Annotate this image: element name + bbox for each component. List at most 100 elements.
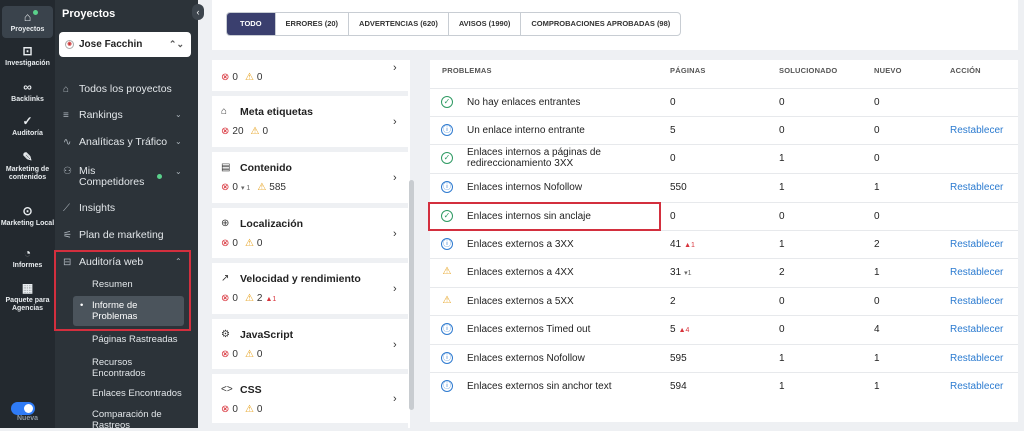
problem-name[interactable]: Enlaces externos a 5XX [467,296,574,307]
pages-count: 31 ▾1 [670,267,692,278]
rail-item-5[interactable]: ⊙ Marketing Local [0,204,55,228]
error-count: 0 [232,293,238,304]
tab-0[interactable]: TODO [227,13,276,35]
sidebar-item-3[interactable]: ⚇ Mis Competidores ⌄ [63,166,182,190]
sidebar-item-0[interactable]: ⌂ Todos los proyectos [63,81,172,97]
tab-1[interactable]: ERRORES (20) [276,13,350,35]
sidebar-subitem-2[interactable]: Páginas Rastreadas [92,334,178,345]
category-scrollbar[interactable] [409,180,414,410]
problem-name[interactable]: Enlaces externos a 4XX [467,267,574,278]
chevron-icon: ⌄ [175,167,182,176]
rail-item-3[interactable]: ✓ Auditoría [0,114,55,138]
category-card[interactable]: ⌂ Meta etiquetas ⊗ 20 ⚠ 0 › [212,96,408,152]
pages-value: 41 [670,239,682,250]
problem-name[interactable]: Enlaces externos a 3XX [467,239,574,250]
error-icon: ⊗ [221,293,230,304]
sidebar-title: Proyectos [62,8,116,20]
rail-item-7[interactable]: ▦ Paquete para Agencias [0,281,55,313]
category-title: Meta etiquetas [240,106,313,118]
info-icon: ⓘ [441,352,453,364]
chevron-icon: ⌄ [175,110,182,119]
new-count: 1 [874,267,880,278]
info-icon: ⓘ [441,323,453,335]
problem-name[interactable]: Enlaces internos a páginas de redireccio… [467,147,637,169]
reset-link[interactable]: Restablecer [950,125,1003,136]
insights-icon: ⟋ [63,203,70,214]
problem-name[interactable]: Enlaces internos Nofollow [467,182,582,193]
chevron-updown-icon: ⌃⌄ [168,39,184,49]
sidebar-item-5[interactable]: ⚟ Plan de marketing [63,227,164,243]
problem-name[interactable]: Enlaces externos Nofollow [467,353,585,364]
pages-count: 595 [670,353,687,364]
reset-link[interactable]: Restablecer [950,381,1003,392]
project-name: Jose Facchin [79,39,143,50]
category-card[interactable]: ⚙ JavaScript ⊗ 0 ⚠ 0 › [212,319,408,374]
pages-count: 5 ▲4 [670,324,689,335]
sidebar-subitem-3[interactable]: Recursos Encontrados [92,357,172,379]
error-count: 0 [232,404,238,415]
warning-icon: ⚠ [442,295,452,306]
problem-name[interactable]: Un enlace interno entrante [467,125,585,136]
col-header-fixed: SOLUCIONADO [779,66,838,75]
problem-name[interactable]: Enlaces externos sin anchor text [467,381,612,392]
warning-icon: ⚠ [244,293,254,304]
table-row: ⓘ Enlaces externos a 3XX 41 ▲1 1 2 Restablecer [430,230,1018,258]
category-card[interactable]: <> CSS ⊗ 0 ⚠ 0 › [212,374,408,428]
warning-icon: ⚠ [244,349,254,360]
reset-link[interactable]: Restablecer [950,267,1003,278]
tab-3[interactable]: AVISOS (1990) [449,13,522,35]
chevron-right-icon: › [393,227,397,240]
trend-icon: ▾1 [684,270,692,277]
reset-link[interactable]: Restablecer [950,239,1003,250]
rail-item-label: Marketing Local [0,220,55,227]
problem-name[interactable]: No hay enlaces entrantes [467,97,580,108]
reset-link[interactable]: Restablecer [950,353,1003,364]
error-icon: ⊗ [221,349,230,360]
rail-item-1[interactable]: ⊡ Investigación [0,44,55,68]
new-ui-toggle[interactable] [11,402,35,415]
project-selector[interactable]: ◉ Jose Facchin ⌃⌄ [59,32,191,57]
category-card[interactable]: ⊗ 0 ⚠ 0 › [212,60,408,96]
reset-link[interactable]: Restablecer [950,296,1003,307]
sidebar-item-1[interactable]: ≡ Rankings ⌄ [63,107,182,123]
pages-count: 41 ▲1 [670,239,695,250]
building-icon: ▦ [21,281,34,295]
table-row: ⚠ Enlaces externos a 4XX 31 ▾1 2 1 Restablecer [430,258,1018,286]
sidebar-item-2[interactable]: ∿ Analíticas y Tráfico ⌄ [63,134,182,150]
status-dot-icon [157,174,162,179]
globe-icon: ⊕ [221,218,230,229]
reset-link[interactable]: Restablecer [950,182,1003,193]
sidebar-subitem-4[interactable]: Enlaces Encontrados [92,388,182,399]
category-title: JavaScript [240,329,294,341]
rail-item-2[interactable]: ∞ Backlinks [0,80,55,104]
sidebar-item-4[interactable]: ⟋ Insights [63,200,115,216]
warning-count: 0 [262,126,269,137]
info-icon: ⓘ [441,238,453,250]
fixed-count: 2 [779,267,785,278]
problem-name[interactable]: Enlaces externos Timed out [467,324,590,335]
tab-2[interactable]: ADVERTENCIAS (620) [349,13,449,35]
problems-table: PROBLEMAS PÁGINAS SOLUCIONADO NUEVO ACCI… [430,60,1018,422]
category-counts: ⊗ 0 ⚠ 0 [221,72,262,83]
tab-4[interactable]: COMPROBACIONES APROBADAS (98) [521,13,680,35]
chevron-right-icon: › [393,393,397,405]
category-counts: ⊗ 0 ⚠ 0 [221,238,262,249]
rail-item-4[interactable]: ✎ Marketing de contenidos [0,150,55,182]
collapse-sidebar-button[interactable]: ‹ [192,4,204,20]
error-count: 0 [232,182,238,193]
chevron-right-icon: › [393,283,397,295]
rail-item-6[interactable]: ◔ Informes [0,246,55,270]
category-card[interactable]: ▤ Contenido ⊗ 0 ▾ 1 ⚠ 585 › [212,152,408,208]
code-icon: <> [221,384,233,395]
trend-down-icon: ▾ 1 [240,185,251,192]
pages-count: 2 [670,296,676,307]
rail-item-label: Proyectos [10,26,45,33]
rail-item-0[interactable]: ⌂ Proyectos [2,6,53,38]
category-card[interactable]: ⊕ Localización ⊗ 0 ⚠ 0 › [212,208,408,263]
col-header-action: ACCIÓN [950,66,981,75]
col-header-problems: PROBLEMAS [442,66,492,75]
chevron-right-icon: › [393,338,397,351]
error-icon: ⊗ [221,126,230,137]
reset-link[interactable]: Restablecer [950,324,1003,335]
category-card[interactable]: ↗ Velocidad y rendimiento ⊗ 0 ⚠ 2 ▲1 › [212,263,408,319]
